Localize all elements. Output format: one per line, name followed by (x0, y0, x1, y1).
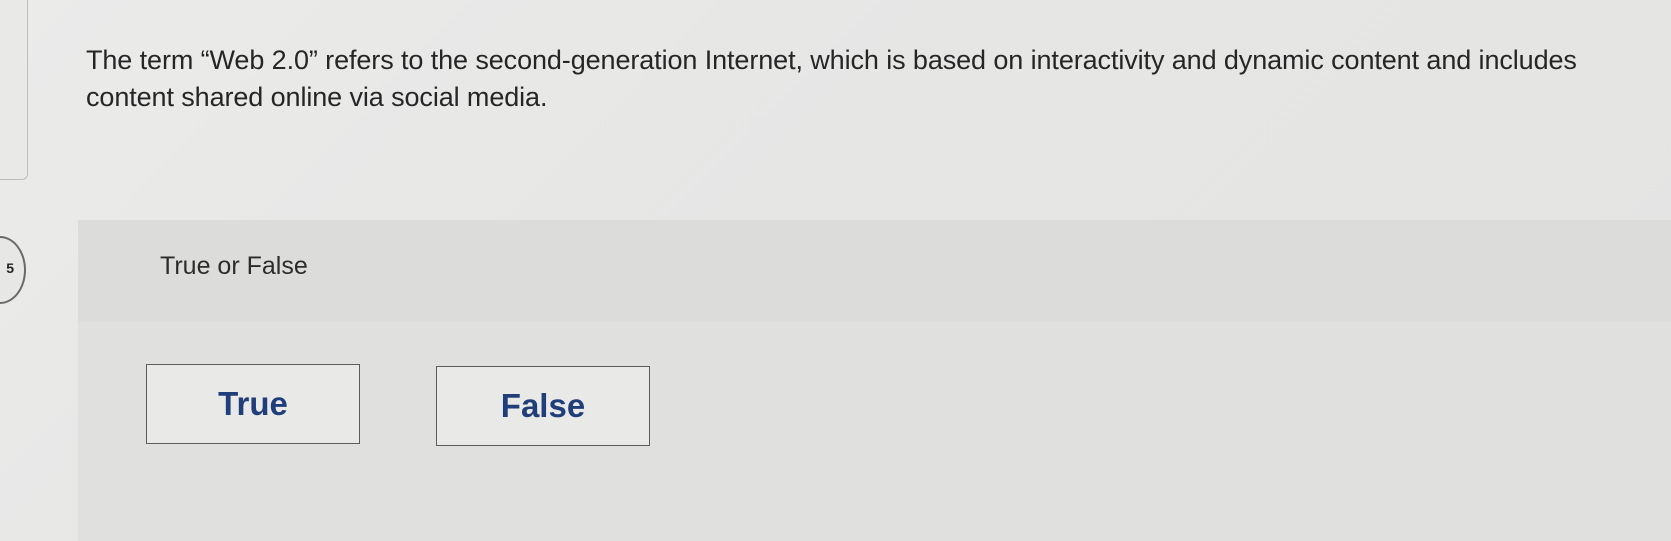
question-number-indicator[interactable]: 5 (0, 236, 26, 304)
question-text: The term “Web 2.0” refers to the second-… (86, 45, 1577, 112)
answer-type-header: True or False (78, 220, 1671, 322)
true-button[interactable]: True (146, 364, 360, 444)
question-number: 5 (6, 260, 14, 276)
answer-type-label: True or False (160, 252, 308, 280)
side-panel-edge (0, 0, 28, 180)
false-button[interactable]: False (436, 366, 650, 446)
